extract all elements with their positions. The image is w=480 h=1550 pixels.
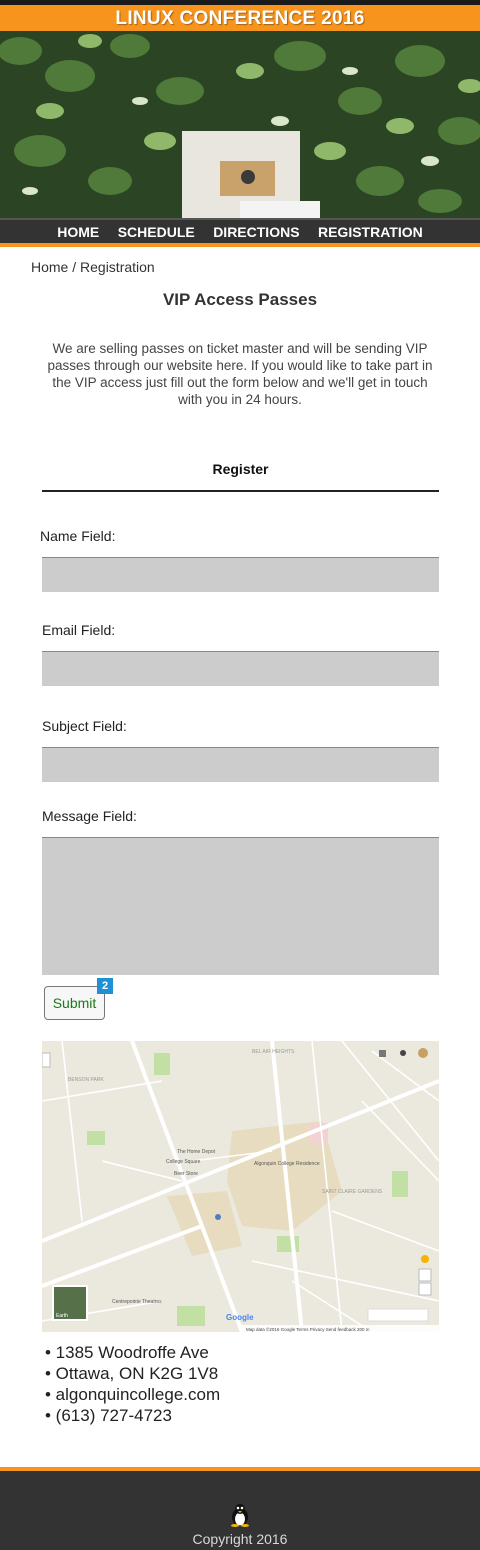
map-label-college-square: College Square xyxy=(166,1159,201,1165)
name-field[interactable] xyxy=(42,557,439,592)
subject-label: Subject Field: xyxy=(42,718,127,734)
location-marker-icon[interactable] xyxy=(215,1214,221,1220)
notification-badge: 2 xyxy=(97,978,113,994)
contact-city: • Ottawa, ON K2G 1V8 xyxy=(45,1364,219,1383)
submit-button[interactable]: Submit xyxy=(44,986,105,1020)
map-type-strip[interactable] xyxy=(367,1308,429,1322)
register-heading: Register xyxy=(212,461,269,477)
map-label-earth: Earth xyxy=(56,1313,68,1319)
map-label-beer-store: Beer Store xyxy=(174,1171,198,1177)
nav-schedule[interactable]: SCHEDULE xyxy=(118,220,195,244)
copyright-text: Copyright 2016 xyxy=(192,1531,288,1547)
contact-address: • 1385 Woodroffe Ave xyxy=(45,1343,209,1362)
map-label-home-depot: The Home Depot xyxy=(177,1149,216,1155)
map-label-park: BENSON PARK xyxy=(68,1077,104,1083)
zoom-in-icon[interactable] xyxy=(418,1268,432,1282)
map-avatar-icon[interactable] xyxy=(418,1048,428,1058)
register-divider xyxy=(42,490,439,492)
contact-website[interactable]: • algonquincollege.com xyxy=(45,1384,220,1405)
map-footer-text: Map data ©2016 Google Terms Privacy Send… xyxy=(246,1326,370,1332)
nav-directions[interactable]: DIRECTIONS xyxy=(213,220,299,244)
breadcrumb: Home / Registration xyxy=(31,259,155,275)
message-field[interactable] xyxy=(42,837,439,975)
nav-home[interactable]: HOME xyxy=(57,220,99,244)
name-label: Name Field: xyxy=(40,528,116,544)
map-label-theatre: Centrepointe Theatres xyxy=(112,1299,162,1305)
map-collapse-icon[interactable] xyxy=(42,1052,51,1068)
site-header: LINUX CONFERENCE 2016 xyxy=(0,5,480,31)
site-footer: Copyright 2016 xyxy=(0,1471,480,1550)
map-label-residence: Algonquin College Residence xyxy=(254,1161,320,1167)
google-logo: Google xyxy=(226,1313,254,1322)
intro-text: We are selling passes on ticket master a… xyxy=(47,341,433,407)
subject-field[interactable] xyxy=(42,747,439,782)
nav-accent-bar xyxy=(0,243,480,247)
zoom-out-icon[interactable] xyxy=(418,1282,432,1296)
contact-phone: • (613) 727-4723 xyxy=(45,1406,172,1425)
map-settings-icon[interactable] xyxy=(400,1050,406,1056)
map-label-area1: BEL AIR HEIGHTS xyxy=(252,1049,295,1055)
email-field[interactable] xyxy=(42,651,439,686)
nav-registration[interactable]: REGISTRATION xyxy=(318,220,423,244)
hero-image xyxy=(0,31,480,218)
message-label: Message Field: xyxy=(42,808,137,824)
map-label-area2: SAINT CLAIRE GARDENS xyxy=(322,1189,383,1195)
location-map[interactable]: BEL AIR HEIGHTS SAINT CLAIRE GARDENS BEN… xyxy=(42,1041,439,1332)
tux-penguin-icon xyxy=(231,1504,249,1527)
contact-list: • 1385 Woodroffe Ave • Ottawa, ON K2G 1V… xyxy=(45,1342,220,1426)
email-label: Email Field: xyxy=(42,622,116,638)
pegman-icon[interactable] xyxy=(421,1255,429,1263)
page-title: VIP Access Passes xyxy=(162,290,318,309)
map-apps-icon[interactable] xyxy=(379,1050,386,1057)
site-title: LINUX CONFERENCE 2016 xyxy=(115,8,365,29)
main-nav: HOME SCHEDULE DIRECTIONS REGISTRATION xyxy=(0,218,480,243)
